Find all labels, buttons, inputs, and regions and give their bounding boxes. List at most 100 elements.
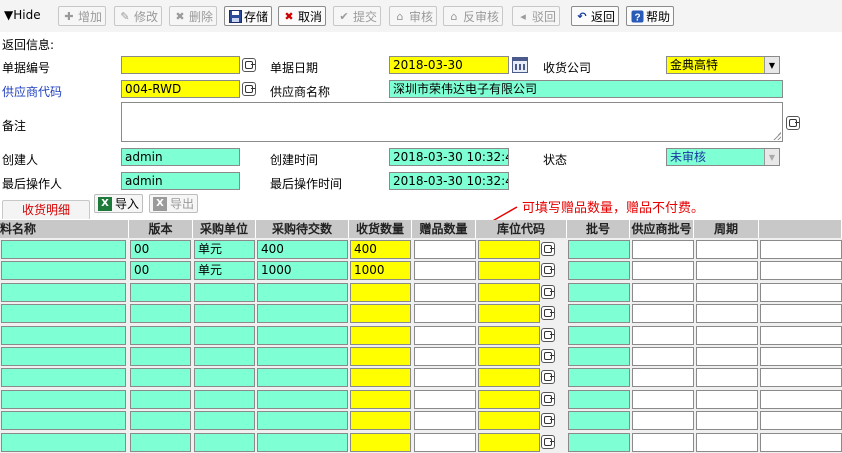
remark-textarea[interactable] bbox=[121, 102, 783, 142]
received-qty-input[interactable] bbox=[350, 325, 411, 345]
gift-qty-input[interactable] bbox=[414, 389, 476, 409]
calendar-icon[interactable] bbox=[512, 57, 528, 73]
period-input[interactable] bbox=[696, 282, 758, 302]
gift-qty-input[interactable] bbox=[414, 368, 476, 388]
col-header-received-qty[interactable]: 收货数量 bbox=[349, 220, 412, 238]
period-input[interactable] bbox=[696, 389, 758, 409]
period-input[interactable] bbox=[696, 347, 758, 366]
delete-button[interactable]: ✖ 删除 bbox=[169, 6, 218, 26]
col-header-material[interactable]: 料名称 bbox=[0, 220, 129, 238]
lookup-icon[interactable] bbox=[541, 327, 555, 342]
col-header-unit[interactable]: 采购单位 bbox=[193, 220, 256, 238]
location-input[interactable] bbox=[478, 411, 540, 431]
col-header-version[interactable]: 版本 bbox=[129, 220, 193, 238]
hide-toggle[interactable]: ▼Hide bbox=[4, 8, 41, 22]
submit-button[interactable]: ✔ 提交 bbox=[333, 6, 382, 26]
supplier-batch-input[interactable] bbox=[632, 304, 694, 324]
col-header-location[interactable]: 库位代码 bbox=[476, 220, 567, 238]
supplier-batch-input[interactable] bbox=[632, 325, 694, 345]
supplier-batch-input[interactable] bbox=[632, 411, 694, 431]
received-qty-input[interactable]: 400 bbox=[350, 240, 411, 259]
reject-button[interactable]: ◂ 驳回 bbox=[512, 6, 561, 26]
supplier-code-label[interactable]: 供应商代码 bbox=[2, 83, 62, 100]
gift-qty-input[interactable] bbox=[414, 282, 476, 302]
received-qty-input[interactable] bbox=[350, 411, 411, 431]
lookup-icon[interactable] bbox=[242, 82, 256, 96]
location-input[interactable] bbox=[478, 432, 540, 452]
received-qty-input[interactable] bbox=[350, 347, 411, 366]
chevron-down-icon[interactable]: ▼ bbox=[764, 57, 779, 73]
received-qty-input[interactable] bbox=[350, 432, 411, 452]
gift-qty-input[interactable] bbox=[414, 325, 476, 345]
lookup-icon[interactable] bbox=[541, 413, 555, 428]
received-qty-input[interactable] bbox=[350, 282, 411, 302]
period-input[interactable] bbox=[696, 411, 758, 431]
review-button[interactable]: ⌂ 审核 bbox=[389, 6, 438, 26]
lookup-icon[interactable] bbox=[541, 391, 555, 406]
lookup-icon[interactable] bbox=[541, 370, 555, 385]
period-input[interactable] bbox=[696, 261, 758, 281]
col-header-supplier-batch[interactable]: 供应商批号 bbox=[630, 220, 694, 238]
lookup-icon[interactable] bbox=[541, 349, 555, 363]
gift-qty-input[interactable] bbox=[414, 347, 476, 366]
lookup-icon[interactable] bbox=[541, 434, 555, 449]
batch-cell bbox=[568, 261, 630, 281]
tab-receiving-detail[interactable]: 收货明细 bbox=[2, 200, 90, 219]
gift-qty-input[interactable] bbox=[414, 411, 476, 431]
unreview-button[interactable]: ⌂ 反审核 bbox=[443, 6, 504, 26]
col-header-gift-qty[interactable]: 赠品数量 bbox=[412, 220, 476, 238]
received-qty-input[interactable] bbox=[350, 304, 411, 324]
location-input[interactable] bbox=[478, 261, 540, 281]
unit-cell bbox=[194, 368, 255, 388]
supplier-batch-input[interactable] bbox=[632, 240, 694, 259]
edit-button[interactable]: ✎ 修改 bbox=[114, 6, 163, 26]
location-input[interactable] bbox=[478, 389, 540, 409]
doc-no-input[interactable] bbox=[121, 56, 240, 74]
add-button[interactable]: ✚ 增加 bbox=[58, 6, 107, 26]
period-input[interactable] bbox=[696, 368, 758, 388]
supplier-batch-input[interactable] bbox=[632, 368, 694, 388]
help-button[interactable]: ? 帮助 bbox=[626, 6, 675, 26]
company-select[interactable]: 金典高特 ▼ bbox=[666, 56, 780, 74]
col-header-period[interactable]: 周期 bbox=[694, 220, 759, 238]
doc-date-input[interactable]: 2018-03-30 bbox=[389, 56, 509, 74]
location-input[interactable] bbox=[478, 240, 540, 259]
gift-qty-input[interactable] bbox=[414, 261, 476, 281]
cancel-button[interactable]: ✖ 取消 bbox=[278, 6, 327, 26]
export-button[interactable]: X 导出 bbox=[149, 194, 199, 213]
lookup-icon[interactable] bbox=[541, 263, 555, 278]
location-input[interactable] bbox=[478, 347, 540, 366]
gift-qty-input[interactable] bbox=[414, 432, 476, 452]
location-input[interactable] bbox=[478, 282, 540, 302]
gift-qty-input[interactable] bbox=[414, 304, 476, 324]
received-qty-input[interactable] bbox=[350, 389, 411, 409]
lookup-icon[interactable] bbox=[786, 116, 800, 130]
gift-qty-input[interactable] bbox=[414, 240, 476, 259]
back-button[interactable]: ↶ 返回 bbox=[571, 6, 620, 26]
col-header-batch[interactable]: 批号 bbox=[567, 220, 630, 238]
received-qty-input[interactable] bbox=[350, 368, 411, 388]
location-input[interactable] bbox=[478, 304, 540, 324]
supplier-batch-input[interactable] bbox=[632, 261, 694, 281]
period-input[interactable] bbox=[696, 325, 758, 345]
resize-grip-icon[interactable] bbox=[773, 132, 781, 140]
supplier-batch-input[interactable] bbox=[632, 389, 694, 409]
supplier-batch-input[interactable] bbox=[632, 347, 694, 366]
period-input[interactable] bbox=[696, 304, 758, 324]
supplier-batch-input[interactable] bbox=[632, 432, 694, 452]
col-header-pending-qty[interactable]: 采购待交数 bbox=[256, 220, 349, 238]
period-input[interactable] bbox=[696, 432, 758, 452]
lookup-icon[interactable] bbox=[242, 58, 256, 72]
import-button[interactable]: X 导入 bbox=[94, 194, 144, 213]
supplier-code-input[interactable]: 004-RWD bbox=[121, 80, 240, 98]
save-button[interactable]: 存储 bbox=[224, 6, 273, 26]
location-input[interactable] bbox=[478, 325, 540, 345]
supplier-batch-input[interactable] bbox=[632, 282, 694, 302]
lookup-icon[interactable] bbox=[541, 242, 555, 256]
lookup-icon[interactable] bbox=[541, 284, 555, 299]
lookup-icon[interactable] bbox=[541, 306, 555, 321]
period-input[interactable] bbox=[696, 240, 758, 259]
location-input[interactable] bbox=[478, 368, 540, 388]
received-qty-input[interactable]: 1000 bbox=[350, 261, 411, 281]
pending-qty-cell: 1000 bbox=[257, 261, 348, 281]
